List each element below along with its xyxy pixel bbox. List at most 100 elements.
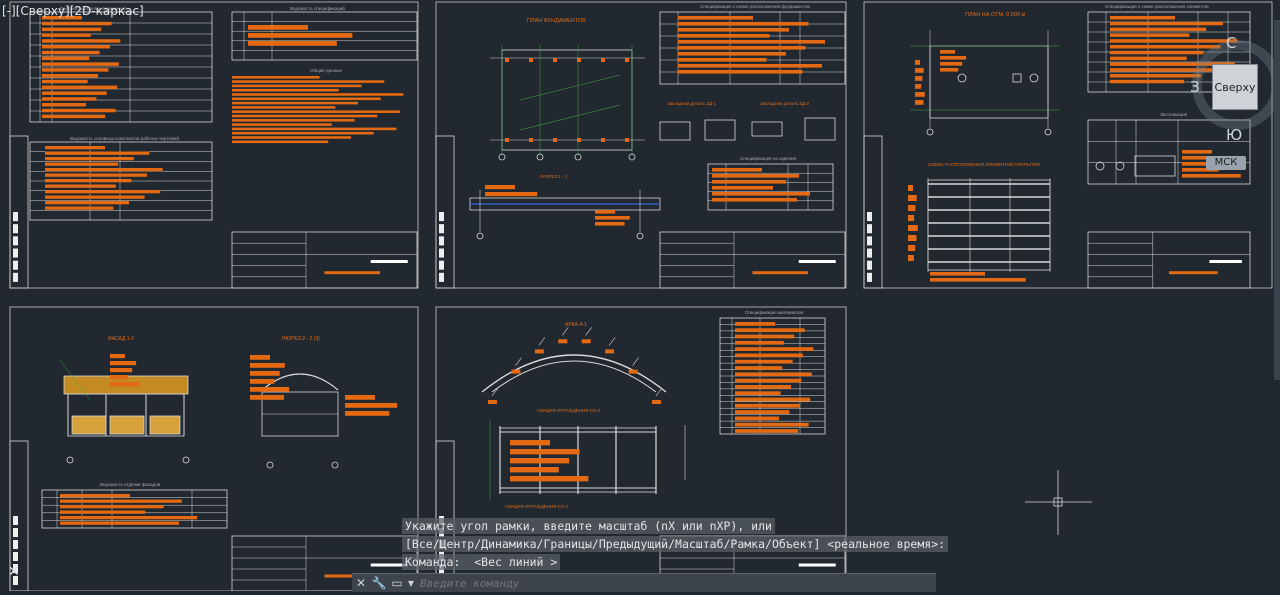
margin-stamp	[867, 248, 872, 258]
view-cube-north[interactable]: С	[1226, 34, 1236, 52]
text-placeholder	[735, 416, 779, 421]
text-placeholder	[1110, 27, 1207, 32]
text-placeholder	[110, 361, 137, 366]
pile	[553, 138, 557, 142]
text-placeholder	[581, 339, 591, 344]
text-placeholder	[1110, 33, 1190, 37]
text-placeholder	[232, 76, 320, 79]
view-cube-south[interactable]: Ю	[1226, 126, 1242, 144]
arch-web	[562, 327, 569, 336]
margin-stamp	[13, 248, 18, 258]
text-placeholder	[250, 363, 285, 368]
text-placeholder	[735, 422, 809, 427]
arch-web	[538, 337, 546, 346]
text-placeholder	[42, 68, 109, 72]
text-placeholder	[45, 146, 105, 150]
text-placeholder	[42, 39, 121, 43]
wrench-icon[interactable]: 🔧	[370, 574, 388, 592]
text-placeholder	[345, 411, 390, 416]
text-placeholder	[908, 185, 913, 191]
drawing-title: РАЗРЕЗ 2 - 2 (3)	[282, 336, 320, 342]
arch-web	[655, 387, 663, 397]
margin-stamp	[13, 272, 18, 282]
axis-marker	[331, 461, 339, 469]
text-placeholder	[915, 100, 924, 105]
text-placeholder	[45, 173, 147, 177]
text-placeholder	[45, 157, 134, 161]
command-line[interactable]: ✕ 🔧 ▭ ▾	[352, 573, 936, 592]
text-placeholder	[712, 192, 810, 196]
text-placeholder	[1209, 260, 1242, 263]
text-placeholder	[752, 271, 808, 275]
text-placeholder	[232, 93, 404, 96]
view-cube-face-top[interactable]: Сверху	[1212, 64, 1258, 110]
text-placeholder	[908, 235, 917, 241]
chevron-down-icon[interactable]: ▾	[406, 574, 416, 592]
text-placeholder	[250, 395, 284, 400]
margin-stamp	[867, 236, 872, 246]
text-placeholder	[60, 516, 198, 520]
text-placeholder	[42, 97, 97, 101]
navigation-bar[interactable]	[1274, 20, 1280, 380]
text-placeholder	[510, 476, 589, 482]
margin-stamp	[439, 272, 444, 282]
view-cube-west[interactable]: З	[1190, 78, 1200, 96]
axis-marker	[266, 461, 274, 469]
text-placeholder	[232, 88, 339, 92]
drawing-title: ПЛАН НА ОТМ. 0.000 м	[965, 12, 1025, 18]
drawing-title: АРКА А-1	[565, 322, 587, 328]
text-placeholder	[605, 349, 615, 354]
text-placeholder	[678, 16, 753, 20]
command-input[interactable]	[416, 575, 936, 591]
column	[1012, 73, 1022, 83]
text-placeholder	[42, 21, 112, 26]
text-placeholder	[735, 403, 800, 408]
sheet-frame	[9, 306, 419, 592]
text-placeholder	[42, 62, 119, 66]
sheet-title: Ведомость отделки фасадов	[100, 482, 161, 487]
view-cube[interactable]: С З Ю В Сверху МСК	[1190, 34, 1280, 170]
text-placeholder	[42, 50, 100, 55]
axis-marker	[476, 232, 484, 240]
margin-stamp	[13, 236, 18, 246]
text-placeholder	[1110, 16, 1175, 20]
text-placeholder	[511, 369, 521, 374]
text-placeholder	[250, 371, 280, 376]
margin-stamp	[13, 516, 18, 525]
axis-marker	[1044, 128, 1052, 136]
pile	[529, 58, 533, 62]
drawing-title: СЕКЦИЯ ОГРАЖДЕНИЯ СО-1	[505, 504, 569, 509]
text-placeholder	[45, 179, 132, 183]
facade-glazing	[109, 415, 145, 435]
text-placeholder	[510, 467, 559, 473]
text-placeholder	[45, 168, 163, 172]
sheet-title: Ведомость основных комплектов рабочих че…	[70, 135, 179, 141]
text-placeholder	[60, 505, 164, 509]
close-icon[interactable]: ✕	[352, 574, 370, 592]
text-placeholder	[110, 382, 140, 387]
margin-stamp	[13, 552, 18, 561]
text-placeholder	[42, 91, 107, 95]
facade-glazing	[71, 415, 107, 435]
pile	[625, 138, 629, 142]
sheet-title: Спецификация материалов	[745, 310, 804, 315]
sheet-title: Экспликация	[1160, 112, 1188, 117]
text-placeholder	[735, 397, 811, 402]
sheet-margin	[9, 135, 29, 289]
command-prompt-icon[interactable]: ▭	[388, 574, 406, 592]
model-space-canvas[interactable]: Ведомость отделки помещений Ведомость спе…	[0, 0, 1280, 592]
command-history-line: [Все/Центр/Динамика/Границы/Предыдущий/М…	[402, 536, 949, 552]
text-placeholder	[1110, 74, 1201, 78]
drawing-title: СЕКЦИЯ ОГРАЖДЕНИЯ СО-2	[537, 408, 601, 413]
margin-stamp	[867, 224, 872, 234]
text-placeholder	[735, 322, 775, 326]
pile	[553, 58, 557, 62]
command-history: Укажите угол рамки, введите масштаб (nX …	[402, 518, 949, 572]
text-placeholder	[232, 106, 336, 109]
ucs-menu-button[interactable]: МСК	[1206, 156, 1246, 170]
text-placeholder	[60, 494, 130, 498]
viewport-controls-label[interactable]: [-][Сверху][2D-каркас]	[2, 4, 144, 18]
sheet-frame	[435, 1, 847, 289]
column	[1029, 73, 1039, 83]
margin-stamp	[867, 260, 872, 270]
